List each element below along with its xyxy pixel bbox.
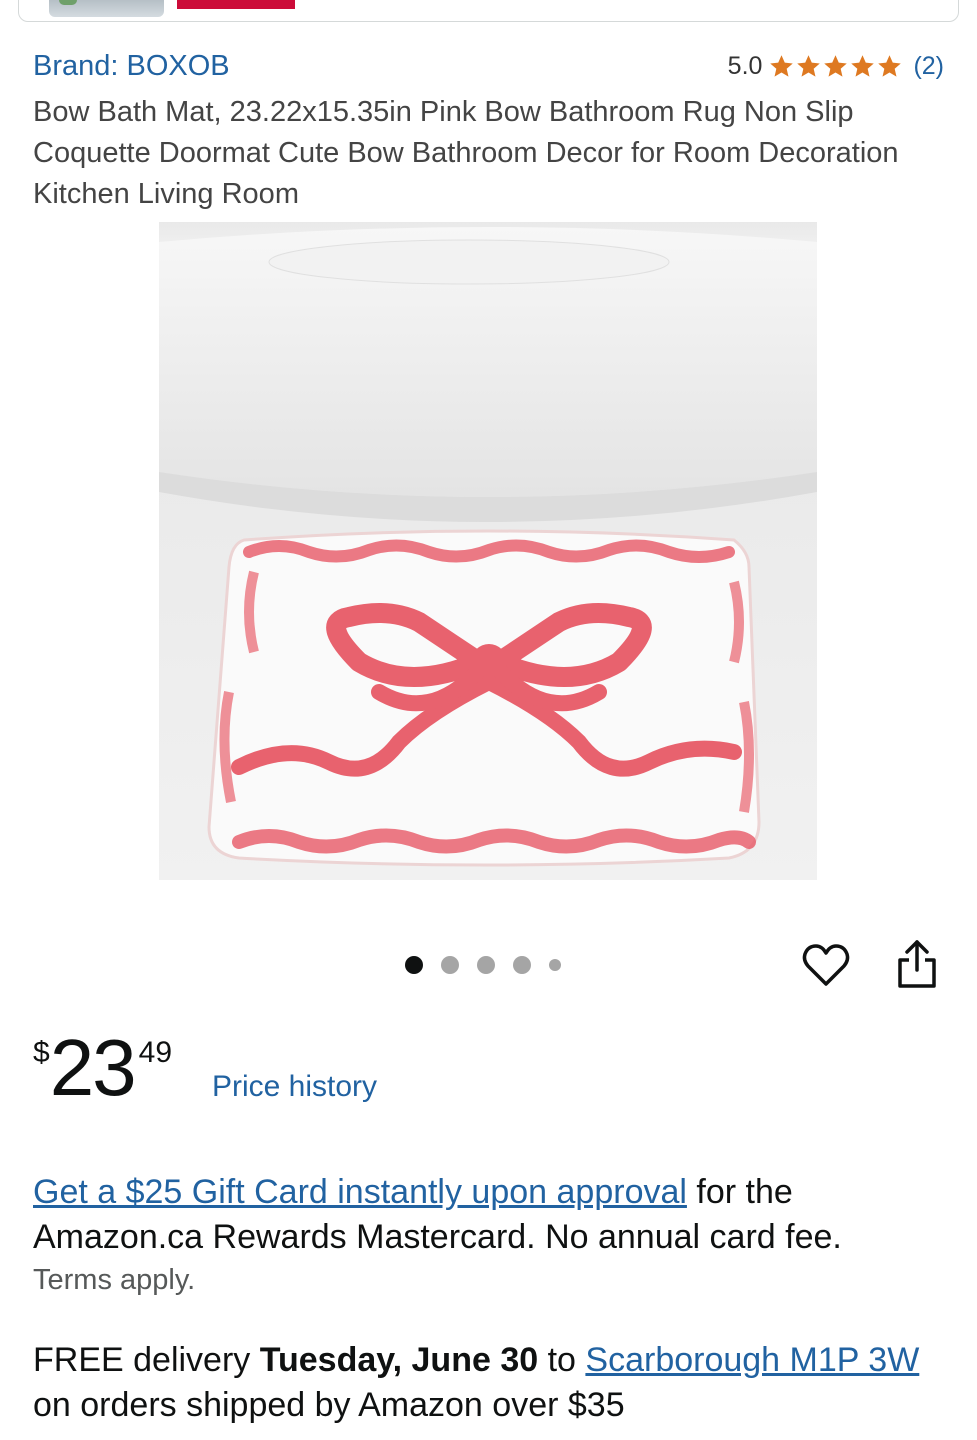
brand-link[interactable]: Brand: BOXOB (33, 50, 230, 83)
carousel-dot[interactable] (549, 959, 561, 971)
star-rating (768, 53, 903, 80)
rating-score: 5.0 (727, 52, 763, 80)
image-carousel-indicator[interactable] (405, 956, 579, 974)
banner-product-thumbnail (49, 0, 164, 17)
product-title: Bow Bath Mat, 23.22x15.35in Pink Bow Bat… (33, 96, 899, 210)
star-icon (797, 55, 821, 77)
delivery-date: Tuesday, June 30 (259, 1341, 539, 1379)
delivery-to: to (538, 1341, 586, 1379)
terms-note: Terms apply. (33, 1264, 196, 1296)
rating-summary[interactable]: 5.0 (2) (728, 52, 944, 81)
delivery-prefix: FREE delivery (33, 1341, 260, 1379)
carousel-dot[interactable] (477, 956, 495, 974)
star-icon (878, 55, 902, 77)
credit-card-promo: Get a $25 Gift Card instantly upon appro… (33, 1170, 953, 1260)
star-icon (770, 55, 794, 77)
delivery-info: FREE delivery Tuesday, June 30 to Scarbo… (33, 1338, 953, 1428)
price-fraction: 49 (138, 1036, 173, 1069)
review-count-link[interactable]: (2) (913, 52, 944, 81)
star-icon (851, 55, 875, 77)
bath-mat-photo (159, 222, 817, 880)
star-icon (824, 55, 848, 77)
carousel-dot[interactable] (513, 956, 531, 974)
price-currency: $ (33, 1036, 50, 1069)
sponsored-banner[interactable] (18, 0, 959, 22)
delivery-suffix: on orders shipped by Amazon over $35 (33, 1386, 625, 1424)
carousel-dot[interactable] (441, 956, 459, 974)
price-history-link[interactable]: Price history (212, 1070, 377, 1104)
price-whole: 23 (49, 1023, 137, 1112)
heart-icon[interactable] (801, 940, 851, 990)
product-image[interactable] (159, 222, 817, 880)
brand-rating-row: Brand: BOXOB 5.0 (2) (33, 50, 944, 90)
banner-deal-badge (177, 0, 295, 9)
gift-card-offer-link[interactable]: Get a $25 Gift Card instantly upon appro… (33, 1173, 687, 1211)
delivery-location-link[interactable]: Scarborough M1P 3W (585, 1341, 919, 1379)
carousel-dot[interactable] (405, 956, 423, 974)
price-display: $ 23 49 (33, 1028, 172, 1108)
share-icon[interactable] (893, 938, 941, 992)
